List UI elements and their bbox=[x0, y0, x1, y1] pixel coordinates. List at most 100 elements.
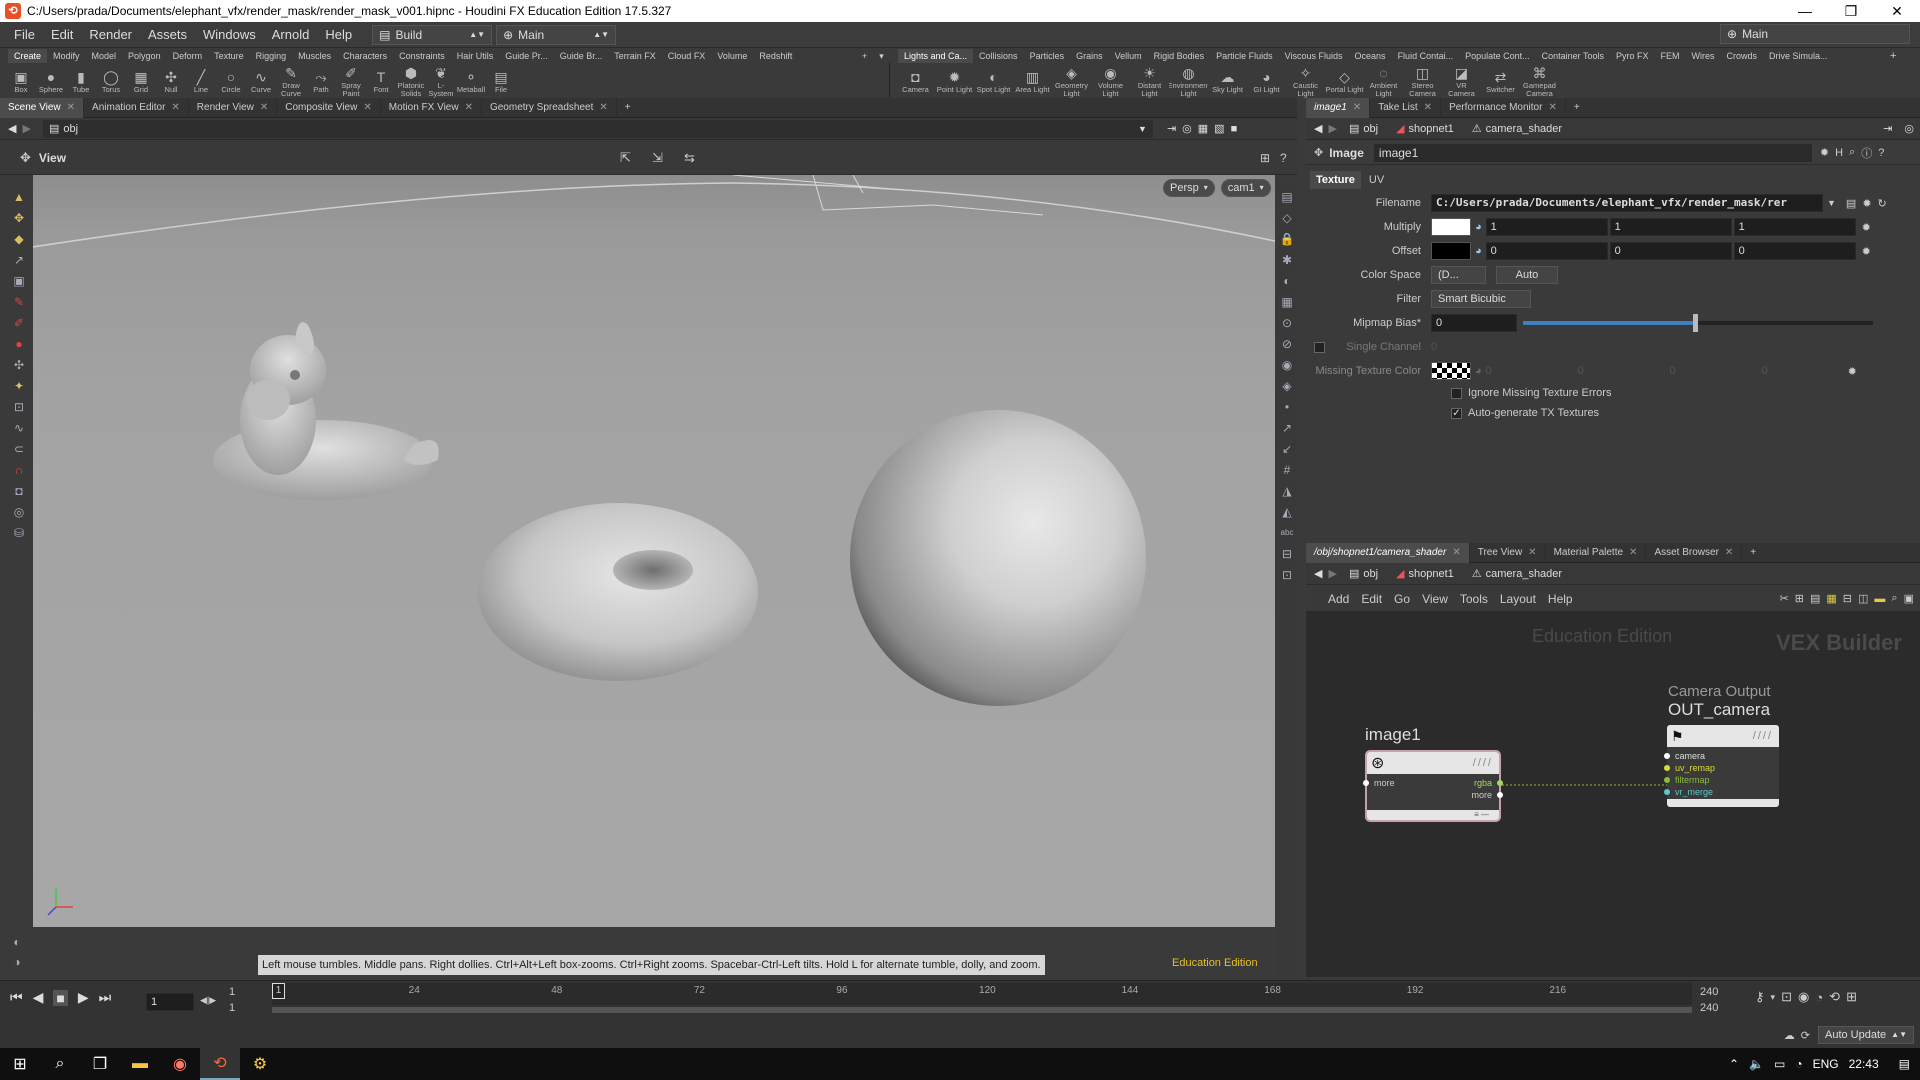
abc-icon[interactable]: abc bbox=[1278, 524, 1296, 542]
node-name-field[interactable]: image1 bbox=[1373, 143, 1812, 162]
firefox-icon[interactable]: ◉ bbox=[160, 1048, 200, 1080]
left-tab-13[interactable]: Terrain FX bbox=[608, 49, 662, 63]
mipmap-slider-handle[interactable] bbox=[1692, 314, 1698, 332]
help-icon[interactable]: ? bbox=[1280, 151, 1287, 165]
forward-arrow-icon[interactable]: ▶ bbox=[1328, 122, 1336, 135]
tab-network-path[interactable]: /obj/shopnet1/camera_shader ✕ bbox=[1306, 542, 1470, 563]
menu-layout[interactable]: Layout bbox=[1494, 592, 1542, 606]
multiply-b-field[interactable]: 1 bbox=[1733, 218, 1856, 236]
tab-take-list[interactable]: Take List ✕ bbox=[1370, 97, 1442, 118]
search-icon[interactable]: ⌕ bbox=[1891, 592, 1897, 605]
tools-icon[interactable]: ✂ bbox=[1780, 592, 1789, 605]
shelf-tool-line[interactable]: ╱ Line bbox=[186, 69, 216, 94]
ignore-missing-checkbox[interactable] bbox=[1451, 387, 1462, 399]
output-port-rgba[interactable]: rgba bbox=[1474, 778, 1503, 788]
node-out-camera[interactable]: ⚑ //// camera uv_remap filtermap vr_merg… bbox=[1664, 725, 1779, 807]
single-channel-checkbox[interactable] bbox=[1314, 341, 1325, 353]
step-frame-icon[interactable]: ◀|▶ bbox=[200, 995, 216, 1006]
shelf-tool-spot-light[interactable]: ◐ Spot Light bbox=[974, 69, 1013, 94]
shelf-tool-torus[interactable]: ◯ Torus bbox=[96, 69, 126, 94]
parameter-icon[interactable]: H bbox=[1835, 147, 1843, 159]
right-tab-16[interactable]: Drive Simula... bbox=[1763, 49, 1834, 63]
auto-update-dropdown[interactable]: Auto Update ▲▼ bbox=[1818, 1026, 1914, 1044]
headlight-icon[interactable]: ◐ bbox=[1278, 272, 1296, 290]
right-tab-14[interactable]: Wires bbox=[1686, 49, 1721, 63]
shelf-tool-ambient-light[interactable]: ◌ Ambient Light bbox=[1364, 65, 1403, 98]
desktop-dropdown[interactable]: ▤ Build ▲▼ bbox=[372, 24, 493, 45]
flipbook-icon[interactable]: ⊡ bbox=[1278, 566, 1296, 584]
close-icon[interactable]: ✕ bbox=[465, 98, 473, 118]
shelf-tool-gamepad-camera[interactable]: ⌘ Gamepad Camera bbox=[1520, 65, 1559, 98]
input-port-uv-remap[interactable]: uv_remap bbox=[1664, 763, 1779, 773]
menu-assets[interactable]: Assets bbox=[140, 22, 195, 48]
right-tab-11[interactable]: Container Tools bbox=[1536, 49, 1610, 63]
multiply-color-swatch[interactable] bbox=[1431, 218, 1471, 236]
layout-icon[interactable]: ▦ bbox=[1198, 122, 1208, 135]
gear-icon[interactable]: ✹ bbox=[1848, 365, 1857, 378]
close-icon[interactable]: ✕ bbox=[67, 98, 75, 118]
right-tab-5[interactable]: Rigid Bodies bbox=[1148, 49, 1211, 63]
pin-icon[interactable]: ⇥ bbox=[1883, 122, 1892, 135]
keyframe-icon[interactable]: ⊡ bbox=[1781, 989, 1792, 1005]
left-tab-8[interactable]: Characters bbox=[337, 49, 393, 63]
left-tab-1[interactable]: Modify bbox=[47, 49, 86, 63]
close-icon[interactable]: ✕ bbox=[1548, 98, 1556, 118]
menu-windows[interactable]: Windows bbox=[195, 22, 264, 48]
offset-r-field[interactable]: 0 bbox=[1485, 242, 1608, 260]
output-port-more[interactable]: more bbox=[1471, 790, 1503, 800]
network-icon[interactable]: ◔ bbox=[1795, 1057, 1802, 1071]
left-tab-2[interactable]: Model bbox=[86, 49, 123, 63]
shelf-tool-box[interactable]: ▣ Box bbox=[6, 69, 36, 94]
filter-dropdown[interactable]: Smart Bicubic bbox=[1431, 290, 1531, 308]
gear-icon[interactable]: ✹ bbox=[1862, 221, 1871, 234]
jump-end-icon[interactable]: ⏭ bbox=[99, 989, 112, 1006]
close-icon[interactable]: ✕ bbox=[1629, 543, 1637, 563]
step-back-icon[interactable]: ◀ bbox=[33, 989, 44, 1006]
shelf-tool-tube[interactable]: ▮ Tube bbox=[66, 69, 96, 94]
path-shopnet1[interactable]: ◢ shopnet1 bbox=[1390, 120, 1460, 138]
right-tab-3[interactable]: Grains bbox=[1070, 49, 1109, 63]
minimize-button[interactable]: — bbox=[1782, 0, 1828, 22]
chevron-down-icon[interactable]: ▾ bbox=[1771, 992, 1776, 1003]
gear-icon[interactable]: ✹ bbox=[1862, 197, 1871, 210]
lighting-icon[interactable]: ✱ bbox=[1278, 251, 1296, 269]
magnet-icon[interactable]: ⊂ bbox=[10, 440, 28, 458]
info-icon[interactable]: ⓘ bbox=[1861, 145, 1872, 161]
shelf-tool-sphere[interactable]: ● Sphere bbox=[36, 69, 66, 94]
chevron-down-icon[interactable]: ▼ bbox=[1827, 198, 1836, 208]
split-icon[interactable]: ▧ bbox=[1214, 122, 1224, 135]
colorspace-auto-dropdown[interactable]: Auto bbox=[1496, 266, 1558, 284]
loop-icon[interactable]: ⟲ bbox=[1829, 989, 1840, 1005]
tab-scene-view[interactable]: Scene View ✕ bbox=[0, 97, 85, 118]
shelf-tool-font[interactable]: T Font bbox=[366, 69, 396, 94]
audio-icon[interactable]: ◉ bbox=[1798, 989, 1809, 1005]
select-mode-icon[interactable]: ⇲ bbox=[652, 150, 663, 166]
left-tab-7[interactable]: Muscles bbox=[292, 49, 337, 63]
camera-view-icon[interactable]: ⊡ bbox=[10, 398, 28, 416]
right-tab-13[interactable]: FEM bbox=[1655, 49, 1686, 63]
display-options-icon[interactable]: ⊞ bbox=[1260, 151, 1270, 165]
back-arrow-icon[interactable]: ◀ bbox=[1314, 122, 1322, 135]
scene-icon[interactable]: ⛁ bbox=[10, 524, 28, 542]
close-icon[interactable]: ✕ bbox=[363, 98, 371, 118]
chevron-down-icon[interactable]: ▾ bbox=[873, 49, 890, 63]
colorspace-dropdown[interactable]: (D... bbox=[1431, 266, 1486, 284]
blender-icon[interactable]: ⚙ bbox=[240, 1048, 280, 1080]
menu-add[interactable]: Add bbox=[1322, 592, 1355, 606]
node-image1[interactable]: ⊛ //// more rgba more ≡ ― bbox=[1363, 750, 1503, 822]
left-tab-16[interactable]: Redshift bbox=[753, 49, 798, 63]
shelf-tool-switcher[interactable]: ⇄ Switcher bbox=[1481, 69, 1520, 94]
menu-go[interactable]: Go bbox=[1388, 592, 1416, 606]
brush-icon[interactable]: ✎ bbox=[10, 293, 28, 311]
select-toggle-icon[interactable]: ⇆ bbox=[684, 150, 695, 166]
tab-animation-editor[interactable]: Animation Editor ✕ bbox=[84, 97, 189, 118]
sticky-note-icon[interactable]: ◫ bbox=[1858, 592, 1868, 605]
language-indicator[interactable]: ENG bbox=[1813, 1057, 1839, 1071]
clock[interactable]: 22:43 bbox=[1849, 1057, 1879, 1071]
shelf-tool-metaball[interactable]: ⚬ Metaball bbox=[456, 69, 486, 94]
right-tab-0[interactable]: Lights and Ca... bbox=[898, 49, 974, 63]
close-icon[interactable]: ✕ bbox=[1725, 543, 1733, 563]
autogen-tx-checkbox[interactable]: ✓ bbox=[1451, 407, 1462, 419]
path-obj[interactable]: ▤ obj bbox=[1343, 565, 1384, 583]
left-tab-10[interactable]: Hair Utils bbox=[451, 49, 500, 63]
